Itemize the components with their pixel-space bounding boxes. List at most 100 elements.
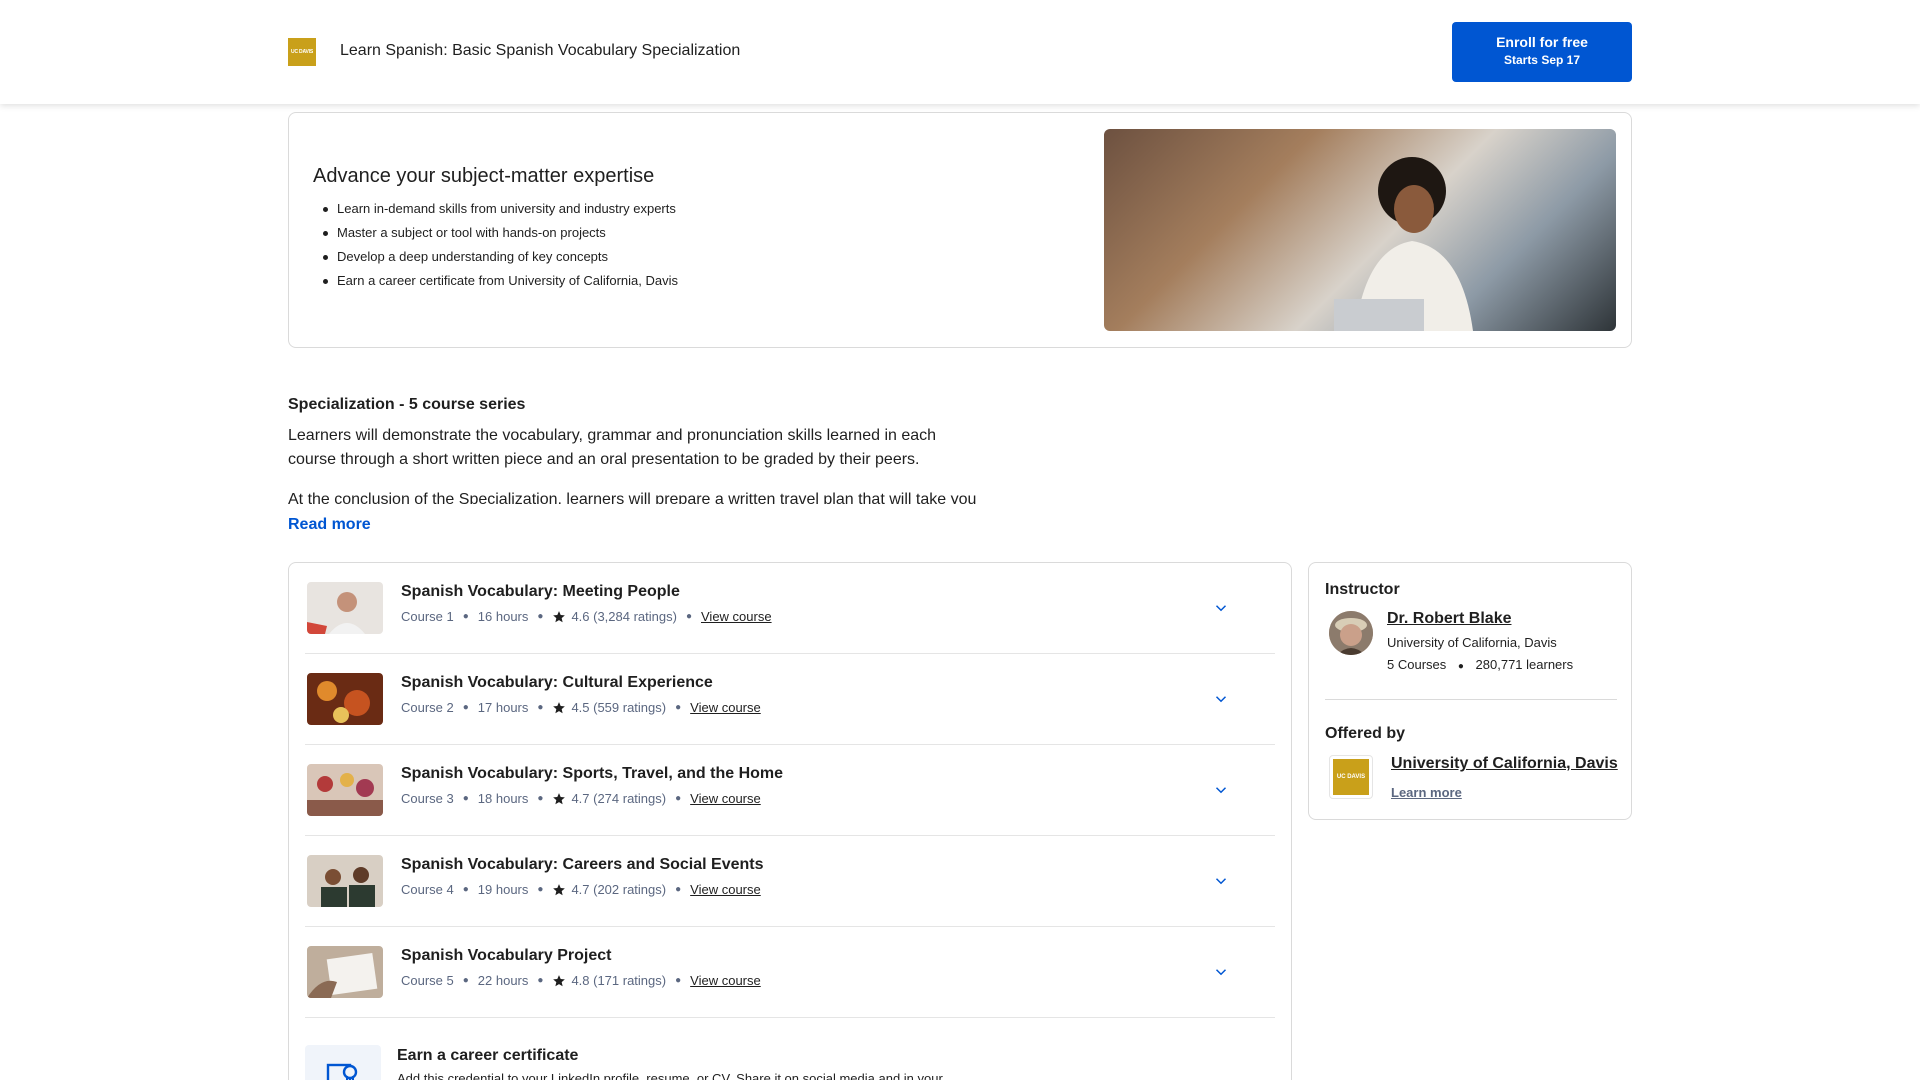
separator-dot: ● [1457, 661, 1464, 672]
separator-dot: ● [537, 884, 544, 895]
person-at-laptop-illustration [1334, 157, 1473, 331]
course-thumbnail [307, 946, 383, 998]
course-rating: 4.7 (202 ratings) [571, 882, 667, 897]
view-course-link[interactable]: View course [690, 791, 761, 806]
course-meta: Course 4 ● 19 hours ● 4.7 (202 ratings) … [401, 882, 761, 897]
separator-dot: ● [462, 702, 469, 713]
course-meta: Course 3 ● 18 hours ● 4.7 (274 ratings) … [401, 791, 761, 806]
chevron-down-icon[interactable] [1212, 690, 1230, 708]
instructor-course-count: 5 Courses [1387, 657, 1447, 672]
course-title[interactable]: Spanish Vocabulary: Careers and Social E… [401, 856, 764, 874]
course-rating: 4.8 (171 ratings) [571, 973, 667, 988]
promo-bullet-list: Learn in-demand skills from university a… [313, 197, 678, 293]
page-title: Learn Spanish: Basic Spanish Vocabulary … [340, 42, 741, 59]
course-row[interactable]: Spanish Vocabulary Project Course 5 ● 22… [305, 927, 1275, 1018]
course-title[interactable]: Spanish Vocabulary Project [401, 947, 611, 965]
course-number: Course 1 [401, 609, 454, 624]
course-title[interactable]: Spanish Vocabulary: Meeting People [401, 583, 680, 601]
course-title[interactable]: Spanish Vocabulary: Cultural Experience [401, 674, 713, 692]
career-certificate-row: Earn a career certificate Add this crede… [305, 1029, 1275, 1080]
chevron-down-icon[interactable] [1212, 781, 1230, 799]
course-number: Course 2 [401, 700, 454, 715]
read-more-link[interactable]: Read more [288, 516, 371, 534]
view-course-link[interactable]: View course [690, 882, 761, 897]
star-icon [553, 883, 566, 895]
certificate-title: Earn a career certificate [397, 1047, 579, 1064]
course-thumbnail [307, 855, 383, 907]
star-icon [553, 974, 566, 986]
separator-dot: ● [462, 793, 469, 804]
course-number: Course 4 [401, 882, 454, 897]
course-thumbnail [307, 673, 383, 725]
star-icon [553, 610, 566, 622]
star-icon [553, 792, 566, 804]
course-series-list: Spanish Vocabulary: Meeting People Cours… [288, 562, 1292, 1080]
instructor-name-link[interactable]: Dr. Robert Blake [1387, 610, 1511, 628]
separator-dot: ● [675, 884, 682, 895]
course-rating: 4.7 (274 ratings) [571, 791, 667, 806]
course-number: Course 3 [401, 791, 454, 806]
course-rating: 4.6 (3,284 ratings) [571, 609, 677, 624]
chevron-down-icon[interactable] [1212, 599, 1230, 617]
course-hours: 18 hours [477, 791, 529, 806]
instructor-organization: University of California, Davis [1387, 635, 1557, 650]
promo-heading: Advance your subject-matter expertise [313, 165, 655, 187]
course-meta: Course 2 ● 17 hours ● 4.5 (559 ratings) … [401, 700, 761, 715]
enroll-button[interactable]: Enroll for free Starts Sep 17 [1452, 22, 1632, 82]
instructor-avatar[interactable] [1329, 611, 1373, 655]
view-course-link[interactable]: View course [701, 609, 772, 624]
course-hours: 19 hours [477, 882, 529, 897]
separator-dot: ● [537, 975, 544, 986]
promo-bullet: Earn a career certificate from Universit… [313, 269, 678, 293]
course-row[interactable]: Spanish Vocabulary: Meeting People Cours… [305, 563, 1275, 654]
promo-bullet: Master a subject or tool with hands-on p… [313, 221, 678, 245]
course-meta: Course 1 ● 16 hours ● 4.6 (3,284 ratings… [401, 609, 772, 624]
promo-bullet: Develop a deep understanding of key conc… [313, 245, 678, 269]
enroll-button-label: Enroll for free [1496, 34, 1588, 50]
enroll-start-date: Starts Sep 17 [1503, 53, 1581, 67]
course-row[interactable]: Spanish Vocabulary: Sports, Travel, and … [305, 745, 1275, 836]
chevron-down-icon[interactable] [1212, 963, 1230, 981]
separator-dot: ● [537, 611, 544, 622]
view-course-link[interactable]: View course [690, 700, 761, 715]
certificate-description: Add this credential to your LinkedIn pro… [397, 1071, 943, 1080]
course-row[interactable]: Spanish Vocabulary: Cultural Experience … [305, 654, 1275, 745]
separator-dot: ● [462, 611, 469, 622]
specialization-description: Learners will demonstrate the vocabulary… [288, 427, 937, 468]
uc-davis-logo: UC DAVIS [1333, 759, 1369, 795]
star-icon [553, 701, 566, 713]
uc-davis-logo[interactable]: UC DAVIS [288, 38, 316, 66]
separator-dot: ● [537, 702, 544, 713]
separator-dot: ● [537, 793, 544, 804]
course-title[interactable]: Spanish Vocabulary: Sports, Travel, and … [401, 765, 783, 783]
separator-dot: ● [462, 975, 469, 986]
offered-by-logo[interactable]: UC DAVIS [1329, 755, 1373, 799]
course-meta: Course 5 ● 22 hours ● 4.8 (171 ratings) … [401, 973, 761, 988]
specialization-title: Specialization - 5 course series [288, 396, 526, 413]
separator-dot: ● [675, 793, 682, 804]
instructor-card: Instructor Dr. Robert Blake University o… [1308, 562, 1632, 820]
instructor-learner-count: 280,771 learners [1475, 657, 1574, 672]
course-thumbnail [307, 582, 383, 634]
promo-card: Advance your subject-matter expertise Le… [288, 112, 1632, 348]
course-row[interactable]: Spanish Vocabulary: Careers and Social E… [305, 836, 1275, 927]
separator-dot: ● [462, 884, 469, 895]
top-header: UC DAVIS Learn Spanish: Basic Spanish Vo… [0, 0, 1920, 104]
chevron-down-icon[interactable] [1212, 872, 1230, 890]
learn-more-link[interactable]: Learn more [1391, 785, 1462, 800]
offered-by-name-link[interactable]: University of California, Davis [1391, 755, 1618, 773]
course-hours: 22 hours [477, 973, 529, 988]
certificate-icon [305, 1045, 381, 1080]
course-hours: 16 hours [477, 609, 529, 624]
view-course-link[interactable]: View course [690, 973, 761, 988]
promo-photo [1104, 129, 1616, 331]
separator-dot: ● [685, 611, 692, 622]
divider [1325, 699, 1617, 700]
course-hours: 17 hours [477, 700, 529, 715]
offered-by-heading: Offered by [1325, 725, 1406, 742]
separator-dot: ● [675, 702, 682, 713]
promo-bullet: Learn in-demand skills from university a… [313, 197, 678, 221]
course-thumbnail [307, 764, 383, 816]
separator-dot: ● [675, 975, 682, 986]
specialization-description-truncated: At the conclusion of the Specialization,… [288, 491, 977, 504]
